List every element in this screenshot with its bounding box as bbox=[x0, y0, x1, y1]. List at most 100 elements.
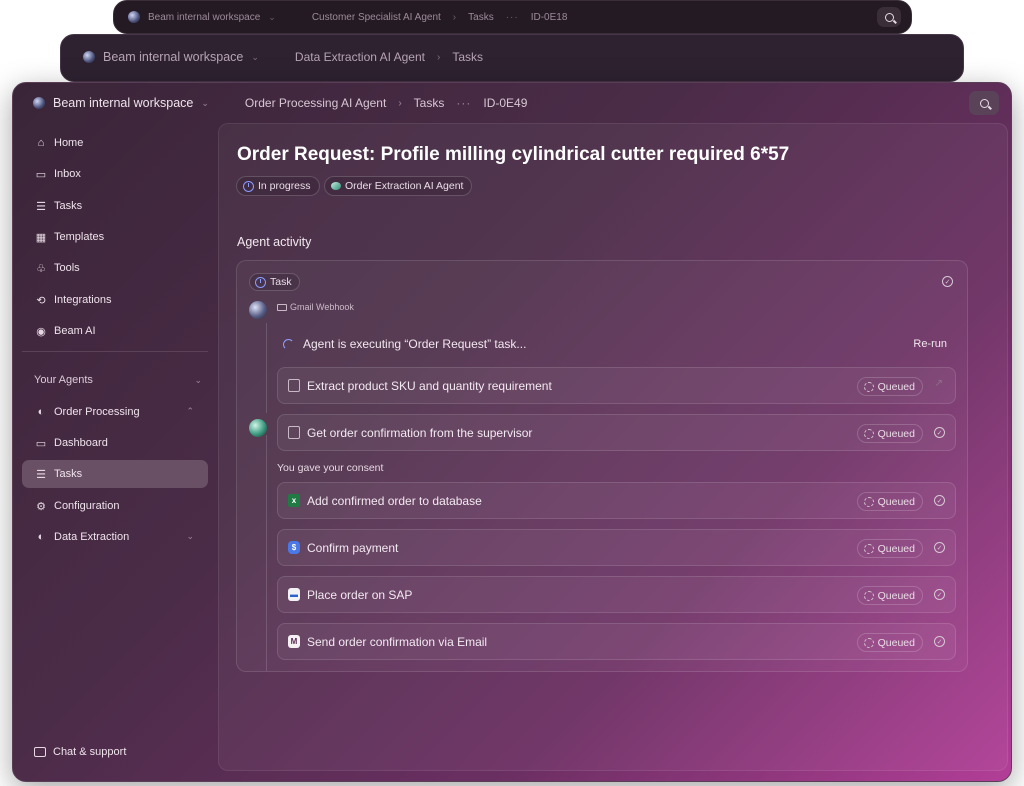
sidebar-item-inbox[interactable]: ▭ Inbox bbox=[22, 160, 208, 188]
sidebar-item-label: Home bbox=[54, 137, 84, 149]
queued-badge: Queued bbox=[856, 377, 923, 396]
page-title: Order Request: Profile milling cylindric… bbox=[237, 144, 790, 165]
breadcrumb-agent[interactable]: Data Extraction AI Agent bbox=[295, 50, 425, 64]
queued-badge: Queued bbox=[856, 424, 923, 443]
settings-icon: ⚙ bbox=[36, 500, 46, 513]
sidebar-item-label: Beam AI bbox=[54, 325, 96, 337]
pending-icon bbox=[863, 381, 874, 392]
status-label: In progress bbox=[258, 180, 311, 192]
step-supervisor-confirmation[interactable]: Get order confirmation from the supervis… bbox=[277, 414, 956, 451]
sidebar-agent-data-extraction[interactable]: ◐ Data Extraction ⌄ bbox=[22, 523, 208, 551]
check-circle-icon[interactable]: ✓ bbox=[934, 495, 945, 506]
chat-support-link[interactable]: Chat & support bbox=[34, 746, 126, 758]
arrow-up-right-icon[interactable]: ↗ bbox=[935, 378, 943, 389]
consent-note: You gave your consent bbox=[277, 462, 384, 474]
breadcrumb-tasks[interactable]: Tasks bbox=[468, 12, 494, 23]
top-bar: Beam internal workspace ⌄ Order Processi… bbox=[33, 83, 539, 123]
queued-badge: Queued bbox=[856, 539, 923, 558]
step-status: Queued bbox=[877, 495, 915, 508]
main-window: Beam internal workspace ⌄ Order Processi… bbox=[12, 82, 1012, 782]
sidebar-item-tasks[interactable]: ☰ Tasks bbox=[22, 192, 208, 220]
inbox-icon: ▭ bbox=[35, 168, 47, 181]
step-add-to-database[interactable]: x Add confirmed order to database Queued… bbox=[277, 482, 956, 519]
chevron-right-icon: › bbox=[436, 51, 441, 63]
mail-icon bbox=[277, 303, 287, 311]
background-window-customer-specialist: Beam internal workspace ⌄ Customer Speci… bbox=[113, 0, 912, 34]
clock-icon bbox=[243, 180, 254, 192]
agent-badge[interactable]: Order Extraction AI Agent bbox=[324, 176, 473, 196]
integrations-icon: ⟲ bbox=[36, 294, 46, 307]
timeline-line bbox=[266, 323, 267, 413]
breadcrumb-id: ID-0E49 bbox=[483, 96, 528, 110]
queued-badge: Queued bbox=[856, 633, 923, 652]
sidebar-item-label: Integrations bbox=[54, 294, 112, 306]
sidebar-item-integrations[interactable]: ⟲ Integrations bbox=[22, 286, 208, 314]
chevron-up-icon[interactable]: ⌃ bbox=[186, 406, 194, 417]
check-circle-icon[interactable]: ✓ bbox=[934, 636, 945, 647]
step-status: Queued bbox=[877, 542, 915, 555]
top-bar: Beam internal workspace ⌄ Customer Speci… bbox=[128, 1, 579, 33]
breadcrumb-agent[interactable]: Customer Specialist AI Agent bbox=[312, 12, 441, 23]
breadcrumb-more[interactable]: ··· bbox=[456, 96, 471, 110]
queued-badge: Queued bbox=[856, 586, 923, 605]
step-extract-sku[interactable]: Extract product SKU and quantity require… bbox=[277, 367, 956, 404]
breadcrumb-id: ID-0E18 bbox=[530, 11, 568, 23]
chevron-down-icon[interactable]: ⌄ bbox=[194, 375, 202, 386]
check-circle-icon[interactable]: ✓ bbox=[934, 589, 945, 600]
workspace-name[interactable]: Beam internal workspace bbox=[53, 96, 193, 110]
workspace-logo-icon bbox=[83, 51, 95, 63]
task-badge: Task bbox=[249, 273, 300, 291]
sidebar-item-templates[interactable]: ▦ Templates bbox=[22, 223, 208, 251]
step-send-email[interactable]: M Send order confirmation via Email Queu… bbox=[277, 623, 956, 660]
search-button[interactable] bbox=[969, 91, 999, 115]
agent-activity-card: Task ✓ Gmail Webhook Agent is executing … bbox=[236, 260, 968, 672]
sidebar-item-label: Tasks bbox=[54, 468, 83, 480]
chat-icon bbox=[34, 747, 46, 757]
list-icon: ☰ bbox=[36, 468, 46, 481]
excel-icon: x bbox=[288, 494, 300, 507]
check-circle-icon[interactable]: ✓ bbox=[934, 542, 945, 553]
step-place-order-sap[interactable]: ▬ Place order on SAP Queued ✓ bbox=[277, 576, 956, 613]
step-confirm-payment[interactable]: $ Confirm payment Queued ✓ bbox=[277, 529, 956, 566]
search-icon bbox=[884, 12, 894, 22]
beam-ai-icon: ◉ bbox=[36, 325, 46, 338]
search-button[interactable] bbox=[877, 7, 901, 27]
step-status: Queued bbox=[877, 636, 915, 649]
agent-activity-heading: Agent activity bbox=[237, 235, 312, 249]
clock-icon bbox=[255, 276, 266, 288]
chevron-down-icon[interactable]: ⌄ bbox=[201, 98, 209, 109]
step-label: Confirm payment bbox=[307, 540, 399, 555]
sidebar-agent-tasks[interactable]: ☰ Tasks bbox=[22, 460, 208, 488]
workspace-name[interactable]: Beam internal workspace bbox=[148, 12, 260, 23]
sidebar-item-home[interactable]: ⌂ Home bbox=[22, 129, 208, 157]
sidebar-item-label: Configuration bbox=[54, 500, 120, 512]
sidebar-item-label: Data Extraction bbox=[54, 531, 130, 543]
breadcrumb-agent[interactable]: Order Processing AI Agent bbox=[245, 96, 386, 110]
check-circle-icon[interactable]: ✓ bbox=[942, 276, 953, 287]
execution-text: Agent is executing “Order Request” task.… bbox=[303, 337, 527, 351]
status-badge[interactable]: In progress bbox=[236, 176, 320, 196]
rerun-button[interactable]: Re-run bbox=[913, 338, 947, 350]
clipboard-icon bbox=[288, 379, 300, 392]
check-circle-icon[interactable]: ✓ bbox=[934, 427, 945, 438]
breadcrumb-tasks[interactable]: Tasks bbox=[452, 50, 483, 64]
sidebar-agent-dashboard[interactable]: ▭ Dashboard bbox=[22, 429, 208, 457]
dashboard-icon: ▭ bbox=[35, 437, 47, 450]
more-icon: ··· bbox=[505, 11, 519, 23]
workspace-name[interactable]: Beam internal workspace bbox=[103, 50, 243, 64]
pending-icon bbox=[863, 428, 874, 439]
chevron-down-icon[interactable]: ⌄ bbox=[186, 531, 194, 542]
pending-icon bbox=[863, 637, 874, 648]
breadcrumb-tasks[interactable]: Tasks bbox=[414, 96, 445, 110]
step-label: Add confirmed order to database bbox=[307, 493, 482, 508]
your-agents-label[interactable]: Your Agents bbox=[34, 374, 93, 386]
sidebar-agent-order-processing[interactable]: ◐ Order Processing ⌃ bbox=[22, 398, 208, 426]
tools-icon: ♧ bbox=[36, 262, 46, 275]
chevron-right-icon: › bbox=[398, 97, 402, 109]
sidebar-item-beam-ai[interactable]: ◉ Beam AI bbox=[22, 317, 208, 345]
step-status: Queued bbox=[877, 589, 915, 602]
sidebar-agent-configuration[interactable]: ⚙ Configuration bbox=[22, 492, 208, 520]
sidebar-item-tools[interactable]: ♧ Tools bbox=[22, 254, 208, 282]
sidebar-item-label: Tasks bbox=[54, 200, 83, 212]
gmail-icon: M bbox=[288, 635, 300, 648]
